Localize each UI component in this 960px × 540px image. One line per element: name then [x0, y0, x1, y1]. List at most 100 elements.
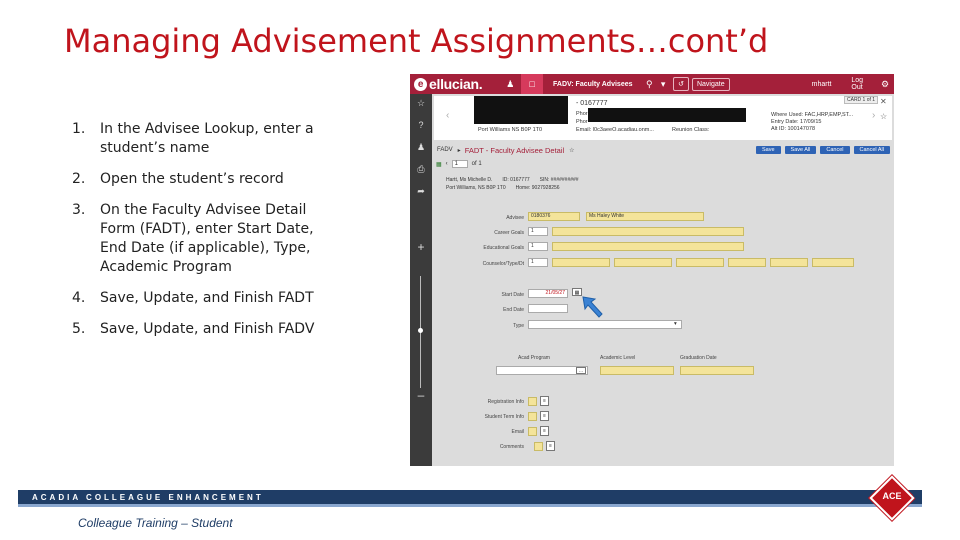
calendar-icon[interactable]: ▦: [572, 288, 582, 296]
export-icon[interactable]: ▦: [436, 161, 442, 168]
academic-level-field[interactable]: [600, 366, 674, 375]
counselor-field[interactable]: [552, 258, 610, 267]
comments-flag: [534, 442, 543, 451]
chevron-left-icon[interactable]: ‹: [446, 110, 449, 121]
where-used: Where Used: FAC,HRP,EMP,ST...: [771, 112, 854, 118]
doc-icon[interactable]: ≡: [546, 441, 555, 451]
user-icon[interactable]: ♟: [410, 142, 432, 153]
star-icon[interactable]: ☆: [410, 98, 432, 109]
counselor-type-field[interactable]: [676, 258, 724, 267]
graduation-date-label: Graduation Date: [680, 355, 717, 361]
advisee-id-field[interactable]: 0180376: [528, 212, 580, 221]
history-button[interactable]: ↺: [673, 77, 689, 91]
cancel-button[interactable]: Cancel: [820, 146, 850, 154]
record-pager: ▦ ‹ 1 of 1: [436, 160, 482, 168]
form-bar: FADV ▸ FADT - Faculty Advisee Detail ☆ S…: [432, 144, 894, 156]
form-title: FADT - Faculty Advisee Detail: [464, 145, 565, 155]
crumb-form[interactable]: FADV: [437, 147, 453, 153]
chevron-right-icon[interactable]: ›: [872, 110, 875, 121]
career-goals-field[interactable]: [552, 227, 744, 236]
counselor-end-field[interactable]: [812, 258, 854, 267]
brand-name: ellucian.: [429, 76, 483, 92]
save-button[interactable]: Save: [755, 146, 781, 154]
person-id: - 0167777: [576, 100, 608, 107]
close-icon[interactable]: ✕: [880, 97, 887, 106]
step-text: Save, Update, and Finish FADT: [100, 290, 314, 306]
slide-title: Managing Advisement Assignments…cont’d: [64, 22, 769, 60]
star-icon[interactable]: ☆: [569, 147, 574, 154]
counselor-extra-field[interactable]: [770, 258, 808, 267]
educational-goals-label: Educational Goals: [483, 245, 524, 251]
start-date-field[interactable]: 21/05/27: [528, 289, 568, 298]
pointer-arrow-icon: [582, 296, 603, 318]
share-icon[interactable]: ➦: [410, 186, 432, 197]
step-number: 4.: [72, 290, 86, 306]
page-of: of 1: [471, 161, 482, 167]
logout-button[interactable]: Log Out: [851, 77, 876, 91]
educational-goals-count[interactable]: 1: [528, 242, 548, 251]
redacted-phone: [588, 108, 746, 122]
step-text: In the Advisee Lookup, enter a student’s…: [100, 121, 314, 156]
steps-list: 1. In the Advisee Lookup, enter a student…: [72, 120, 342, 351]
gear-icon[interactable]: ⚙: [876, 79, 894, 90]
chevron-down-icon[interactable]: ▾: [674, 321, 677, 327]
advisee-name-field[interactable]: Ms Haley White: [586, 212, 704, 221]
user-icon[interactable]: ♟: [499, 74, 521, 94]
step-item: 3. On the Faculty Advisee Detail Form (FA…: [72, 201, 342, 277]
educational-goals-field[interactable]: [552, 242, 744, 251]
doc-icon[interactable]: ≡: [540, 426, 549, 436]
counselor-label: Counselor/Type/Dt: [482, 261, 524, 267]
record-home: Home: 9027928256: [515, 185, 560, 191]
star-icon[interactable]: ☆: [880, 112, 887, 121]
cancel-all-button[interactable]: Cancel All: [853, 146, 890, 154]
redacted-name: [474, 96, 568, 124]
navigate-button[interactable]: Navigate: [691, 77, 730, 91]
step-text: Open the student’s record: [100, 171, 284, 187]
start-date-label: Start Date: [501, 292, 524, 298]
acad-program-field[interactable]: [496, 366, 588, 375]
registration-info-label: Registration Info: [487, 399, 524, 405]
help-icon[interactable]: ?: [410, 120, 432, 130]
record-name: Hartt, Ms Michelle D.: [446, 177, 493, 183]
username[interactable]: mhartt: [812, 81, 844, 88]
step-number: 1.: [72, 121, 86, 137]
acad-program-label: Acad Program: [518, 355, 550, 361]
career-goals-count[interactable]: 1: [528, 227, 548, 236]
end-date-field[interactable]: [528, 304, 568, 313]
chevron-down-icon[interactable]: ▾: [656, 79, 670, 90]
person-address: Port Williams NS B0P 1T0: [478, 127, 543, 133]
brand-icon: e: [414, 77, 427, 91]
counselor-count[interactable]: 1: [528, 258, 548, 267]
step-item: 4. Save, Update, and Finish FADT: [72, 289, 342, 308]
plus-icon[interactable]: +: [410, 240, 432, 254]
counselor-name-field[interactable]: [614, 258, 672, 267]
academic-level-label: Academic Level: [600, 355, 636, 361]
form-icon[interactable]: □: [521, 74, 543, 94]
footer-line: [18, 504, 922, 507]
career-goals-label: Career Goals: [494, 230, 524, 236]
page-input[interactable]: 1: [451, 160, 468, 168]
person-card: ‹ - 0167777 Phor Phor Port Williams NS B…: [434, 96, 892, 140]
search-icon[interactable]: ⚲: [642, 79, 656, 90]
search-icon[interactable]: ⋯: [576, 367, 586, 375]
person-phone: Phor: [576, 111, 588, 117]
chevron-left-icon[interactable]: ‹: [446, 161, 448, 167]
step-text: Save, Update, and Finish FADV: [100, 321, 315, 337]
form-actions: Save Save All Cancel Cancel All: [755, 146, 890, 154]
footer-band: ACADIA COLLEAGUE ENHANCEMENT: [18, 490, 922, 504]
type-label: Type: [513, 323, 524, 329]
print-icon[interactable]: ⎙: [410, 164, 432, 175]
ellucian-logo[interactable]: e ellucian.: [410, 76, 499, 92]
card-badge: CARD 1 of 1: [844, 96, 879, 104]
graduation-date-field[interactable]: [680, 366, 754, 375]
type-select[interactable]: [528, 320, 682, 329]
doc-icon[interactable]: ≡: [540, 396, 549, 406]
advisee-label: Advisee: [506, 215, 524, 221]
doc-icon[interactable]: ≡: [540, 411, 549, 421]
minus-icon[interactable]: –: [410, 388, 432, 402]
chevron-right-icon: ››: [912, 488, 920, 508]
entry-date: Entry Date: 17/09/15: [771, 119, 822, 125]
save-all-button[interactable]: Save All: [784, 146, 817, 154]
zoom-slider-knob[interactable]: [418, 328, 423, 333]
counselor-date-field[interactable]: [728, 258, 766, 267]
